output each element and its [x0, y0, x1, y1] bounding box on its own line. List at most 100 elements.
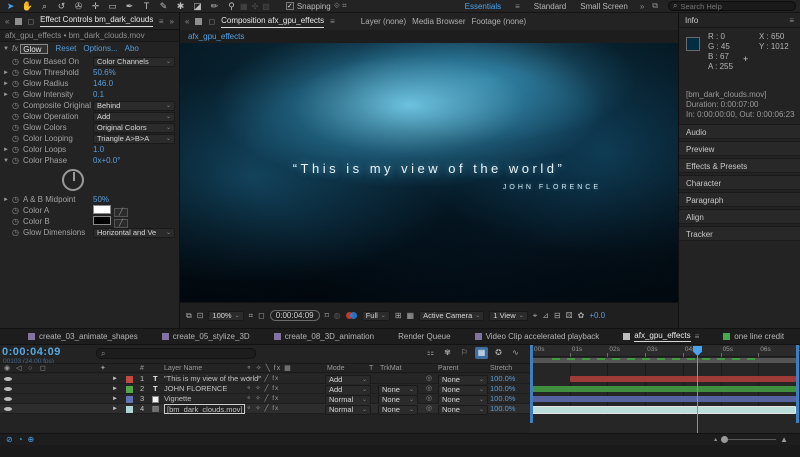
- stopwatch-icon[interactable]: ◷: [12, 228, 23, 237]
- playhead-line[interactable]: [697, 356, 698, 445]
- timeline-tab-render-queue[interactable]: Render Queue: [398, 332, 450, 341]
- mode-dropdown[interactable]: Normal⌄: [325, 395, 371, 405]
- snap-edges-icon[interactable]: ⟐: [334, 1, 343, 10]
- layer-twirl-icon[interactable]: ►: [112, 384, 118, 394]
- param-value[interactable]: 50.6%: [93, 68, 116, 77]
- timeline-track-area[interactable]: 00s01s02s03s04s05s06s07: [530, 345, 800, 445]
- param-value[interactable]: 146.0: [93, 79, 113, 88]
- layer-twirl-icon[interactable]: ►: [112, 374, 118, 384]
- stretch-value[interactable]: 100.0%: [490, 384, 526, 394]
- eraser-tool[interactable]: ◪: [191, 0, 204, 12]
- mask-visibility-icon[interactable]: ◻: [258, 311, 265, 320]
- effect-param[interactable]: ►◷Glow Intensity0.1: [0, 89, 179, 100]
- layer-label-chip[interactable]: [126, 376, 133, 383]
- visibility-eye-icon[interactable]: [4, 407, 12, 411]
- screen-mode-icon[interactable]: ⊡: [197, 311, 204, 320]
- stopwatch-icon[interactable]: ◷: [12, 145, 23, 154]
- panel-header-preview[interactable]: Preview: [679, 141, 800, 156]
- parent-dropdown[interactable]: None⌄: [438, 375, 488, 385]
- stopwatch-icon[interactable]: ◷: [12, 68, 23, 77]
- color-swatch[interactable]: [93, 216, 111, 225]
- effect-param[interactable]: ◷Glow ColorsOriginal Colors⌄: [0, 122, 179, 133]
- stopwatch-icon[interactable]: ◷: [12, 112, 23, 121]
- panel-header-paragraph[interactable]: Paragraph: [679, 192, 800, 207]
- layer-name[interactable]: [bm_dark_clouds.mov]: [164, 404, 245, 414]
- fast-previews-icon[interactable]: ⊿: [542, 311, 549, 320]
- effect-param[interactable]: ►◷Glow Threshold50.6%: [0, 67, 179, 78]
- snapshot-icon[interactable]: ⌑: [325, 311, 329, 320]
- pan-behind-tool[interactable]: ✛: [89, 0, 102, 12]
- lock-icon[interactable]: ◻: [208, 17, 215, 26]
- stopwatch-icon[interactable]: ◷: [12, 79, 23, 88]
- snapping-checkbox[interactable]: ✓: [286, 2, 294, 10]
- twirl-down-icon[interactable]: ▼: [3, 46, 12, 52]
- rectangle-tool[interactable]: ▭: [106, 0, 119, 12]
- layer-switch-icons[interactable]: ⚬ ✧ ╱ fx: [246, 384, 279, 394]
- layer-bar[interactable]: [570, 376, 796, 382]
- grid-guides-icon[interactable]: ⌗: [249, 311, 254, 321]
- parent-dropdown[interactable]: None⌄: [438, 395, 488, 405]
- parent-pickwhip-icon[interactable]: ◎: [426, 374, 432, 384]
- zoom-slider-handle[interactable]: [721, 436, 728, 443]
- show-snapshot-icon[interactable]: ◍: [334, 311, 341, 320]
- twirl-icon[interactable]: ►: [3, 147, 12, 153]
- layer-label-chip[interactable]: [126, 386, 133, 393]
- comp-mini-flowchart-icon[interactable]: ⚏: [424, 347, 437, 359]
- camera-tool[interactable]: ✇: [72, 0, 85, 12]
- preview-timecode[interactable]: 0:00:04:09: [270, 310, 320, 321]
- workspace-essentials[interactable]: Essentials: [465, 2, 501, 11]
- timeline-tab-create-08-3d-animation[interactable]: create_08_3D_animation: [274, 332, 374, 341]
- stretch-value[interactable]: 100.0%: [490, 374, 526, 384]
- layer-bar[interactable]: [532, 386, 796, 392]
- timeline-tab-afx-gpu-effects[interactable]: afx_gpu_effects ≡: [623, 331, 699, 342]
- mode-dropdown[interactable]: Add⌄: [325, 385, 371, 395]
- snap-features-icon[interactable]: ⌗: [342, 1, 347, 10]
- layer-label-chip[interactable]: [126, 406, 133, 413]
- panel-menu-icon[interactable]: ≡: [789, 16, 794, 25]
- layer-twirl-icon[interactable]: ►: [112, 404, 118, 414]
- work-area-bar[interactable]: [532, 358, 796, 363]
- reset-exposure-icon[interactable]: ✿: [578, 311, 585, 320]
- effect-param[interactable]: ◷Glow DimensionsHorizontal and Ve⌄: [0, 227, 179, 238]
- view-layout-dropdown[interactable]: 1 View⌄: [489, 311, 527, 321]
- effect-param[interactable]: ►◷Color Loops1.0: [0, 144, 179, 155]
- effect-param[interactable]: ◷Glow OperationAdd⌄: [0, 111, 179, 122]
- effect-param[interactable]: ◷Color LoopingTriangle A>B>A⌄: [0, 133, 179, 144]
- panel-menu-icon[interactable]: ≡: [695, 332, 700, 341]
- graph-editor-icon[interactable]: ∿: [509, 347, 522, 359]
- help-search-input[interactable]: [680, 2, 780, 11]
- color-swatch[interactable]: [93, 205, 111, 214]
- collapse-panel-icon[interactable]: «: [5, 17, 9, 26]
- param-value[interactable]: 1.0: [93, 145, 104, 154]
- help-search[interactable]: ⌕: [668, 1, 796, 11]
- panel-header-character[interactable]: Character: [679, 175, 800, 190]
- motion-blur-toggle-icon[interactable]: ◔: [18, 435, 23, 444]
- motion-blur-icon[interactable]: ✪: [492, 347, 505, 359]
- panel-header-tracker[interactable]: Tracker: [679, 226, 800, 241]
- parent-dropdown[interactable]: None⌄: [438, 385, 488, 395]
- lock-icon[interactable]: ◻: [28, 17, 35, 26]
- info-panel-header[interactable]: Info ≡: [679, 13, 800, 28]
- mode-dropdown[interactable]: Add⌄: [325, 375, 371, 385]
- pixel-aspect-icon[interactable]: ⌖: [533, 311, 538, 321]
- layer-bar[interactable]: [532, 396, 796, 402]
- parent-dropdown[interactable]: None⌄: [438, 405, 488, 415]
- twirl-icon[interactable]: ►: [3, 92, 12, 98]
- tab-effect-controls[interactable]: Effect Controls bm_dark_clouds.mov: [40, 15, 153, 27]
- type-tool[interactable]: T: [140, 0, 153, 12]
- layer-name[interactable]: Vignette: [164, 394, 191, 404]
- param-value[interactable]: 50%: [93, 195, 109, 204]
- zoom-slider[interactable]: [721, 439, 776, 440]
- effect-param[interactable]: ►◷Glow Radius146.0: [0, 78, 179, 89]
- layer-row[interactable]: ►4▤[bm_dark_clouds.mov]⚬ ✧ ╱ fxNormal⌄No…: [0, 404, 530, 414]
- draft-3d-icon[interactable]: ✾: [441, 347, 454, 359]
- effect-param[interactable]: ◷Color A╱: [0, 205, 179, 216]
- effect-param[interactable]: ►◷A & B Midpoint50%: [0, 194, 179, 205]
- panel-header-effects-presets[interactable]: Effects & Presets: [679, 158, 800, 173]
- tab-composition-afx-gpu-effects[interactable]: Composition afx_gpu_effects: [221, 16, 324, 28]
- parent-pickwhip-icon[interactable]: ◎: [426, 394, 432, 404]
- param-dropdown[interactable]: Behind⌄: [93, 101, 175, 111]
- time-ruler[interactable]: 00s01s02s03s04s05s06s07: [530, 345, 800, 357]
- stopwatch-icon[interactable]: ◷: [12, 101, 23, 110]
- layer-label-chip[interactable]: [126, 396, 133, 403]
